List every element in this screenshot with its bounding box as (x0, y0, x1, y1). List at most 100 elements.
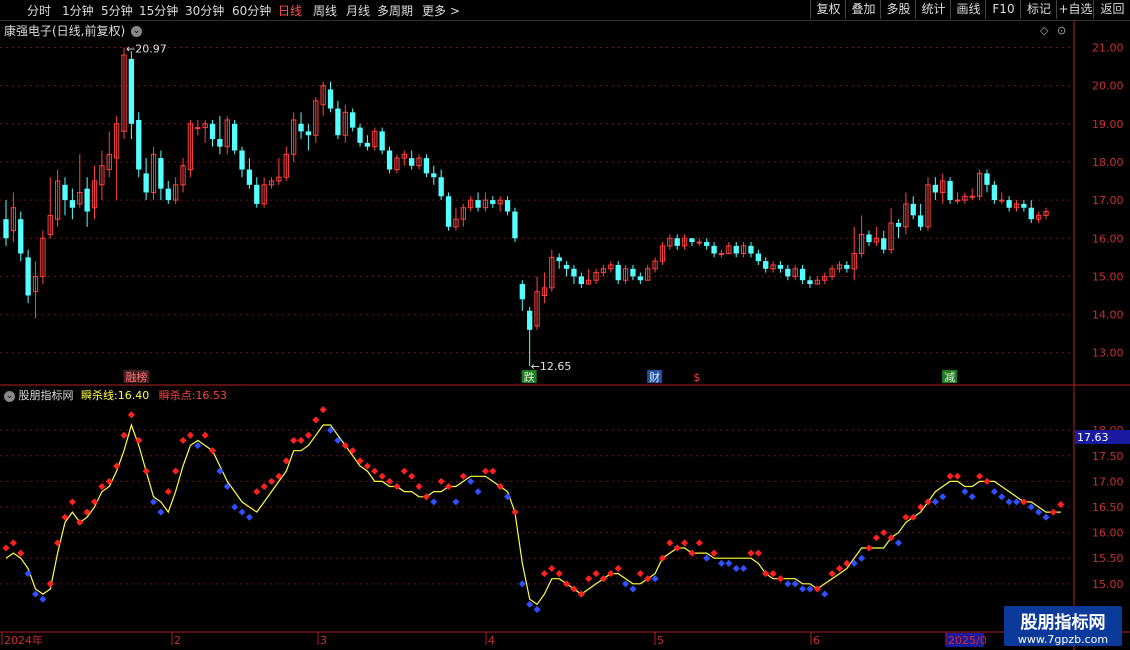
kill-point-dot (976, 472, 984, 480)
candle-body (674, 238, 680, 246)
candle-body (969, 195, 975, 198)
toolbar-button-6[interactable]: 标记 (1020, 0, 1057, 19)
toolbar-button-4[interactable]: 画线 (950, 0, 986, 19)
indicator-tick-label: 18.00 (1092, 424, 1124, 437)
chevron-down-icon[interactable]: ⌄ (131, 26, 143, 37)
candle-body (460, 207, 466, 220)
candle-body (172, 184, 179, 201)
period-tab-4[interactable]: 30分钟 (185, 2, 224, 19)
kill-point-dot (828, 570, 836, 578)
kill-point-dot (31, 590, 40, 598)
kill-point-dot (467, 477, 475, 485)
kill-point-dot (275, 472, 283, 480)
kill-point-dot (622, 580, 630, 588)
kill-point-dot (939, 493, 947, 501)
kill-point-dot (858, 554, 866, 562)
candle-body (755, 253, 761, 262)
toolbar-button-5[interactable]: F10 (985, 0, 1021, 19)
kill-point-dot (452, 498, 460, 506)
kill-point-dot (636, 570, 644, 578)
candle-body (416, 157, 422, 167)
kill-point-dot (784, 580, 792, 588)
kill-point-dot (415, 482, 423, 491)
kill-point-dot (592, 570, 600, 578)
chevron-down-icon[interactable]: ⌄ (4, 390, 15, 402)
kill-point-dot (334, 436, 342, 444)
kill-point-dot (703, 554, 711, 562)
watermark-url: www.7gpzb.com (1017, 633, 1109, 646)
kill-point-dot (961, 488, 969, 496)
stock-title: 康强电子(日线,前复权) (4, 24, 126, 38)
kill-point-dot (105, 477, 113, 485)
kill-point-dot (216, 467, 224, 475)
period-tab-2[interactable]: 5分钟 (101, 2, 133, 19)
candle-body (239, 150, 245, 170)
candle-body (40, 237, 46, 277)
kill-point-dot (872, 534, 880, 542)
period-tab-3[interactable]: 15分钟 (139, 2, 178, 19)
event-tag-bg (647, 370, 663, 383)
toolbar-button-8[interactable]: 返回 (1093, 0, 1130, 19)
kill-point-dot (172, 467, 180, 475)
candle-body (925, 184, 931, 228)
x-axis-label-bg (946, 633, 984, 647)
period-tab-6[interactable]: 日线 (278, 2, 302, 19)
kill-point-dot (990, 488, 998, 496)
kill-point-dot (968, 493, 976, 501)
candle-body (652, 260, 658, 270)
candle-body (881, 238, 887, 250)
kill-point-dot (732, 564, 740, 572)
kill-point-dot (349, 447, 357, 455)
kill-point-dot (142, 467, 150, 475)
candle-body (763, 261, 769, 269)
candle-body (991, 184, 998, 201)
x-axis-label: 2 (174, 634, 181, 647)
candle-body (3, 219, 9, 239)
candle-body (342, 111, 348, 136)
candle-body (327, 89, 334, 109)
toolbar-button-3[interactable]: 统计 (915, 0, 951, 19)
period-tab-0[interactable]: 分时 (27, 2, 51, 19)
kill-point-dot (695, 539, 703, 547)
period-tab-1[interactable]: 1分钟 (62, 2, 94, 19)
candle-body (534, 291, 540, 327)
toolbar-button-7[interactable]: +自选 (1056, 0, 1094, 19)
event-tag: 跌 (524, 370, 535, 384)
kill-point-dot (76, 518, 84, 526)
period-tab-10[interactable]: 更多 > (422, 2, 460, 19)
price-tick-label: 17.00 (1092, 194, 1124, 207)
period-tab-9[interactable]: 多周期 (377, 2, 413, 19)
kill-point-dot (208, 447, 217, 455)
candle-body (261, 184, 267, 205)
candle-body (10, 207, 17, 232)
kill-point-dot (806, 585, 814, 593)
kill-point-dot (46, 580, 54, 588)
candle-body (276, 176, 282, 182)
kill-point-dot (1049, 508, 1057, 516)
candle-body (99, 165, 105, 186)
candle-body (836, 264, 843, 270)
period-tab-8[interactable]: 月线 (346, 2, 370, 19)
indicator-title: ⌄ 股朋指标网 瞬杀线:16.40 瞬杀点:16.53 (4, 387, 227, 403)
kill-point-dot (983, 477, 991, 485)
kill-point-dot (563, 580, 571, 588)
candle-body (187, 123, 194, 171)
period-tab-7[interactable]: 周线 (313, 2, 337, 19)
kill-point-dot (1005, 498, 1013, 506)
candle-body (231, 123, 238, 151)
diamond-icon: ◇ (1040, 24, 1049, 37)
kill-point-dot (393, 482, 401, 491)
event-tag-bg (942, 370, 958, 383)
kill-point-dot (666, 539, 674, 547)
toolbar-button-0[interactable]: 复权 (810, 0, 846, 19)
candle-body (689, 238, 695, 243)
kill-point-dot (909, 513, 917, 521)
period-tab-5[interactable]: 60分钟 (232, 2, 271, 19)
kill-point-dot (113, 462, 121, 470)
toolbar-button-1[interactable]: 叠加 (845, 0, 881, 19)
candle-body (630, 268, 636, 277)
kill-point-dot (518, 580, 526, 588)
toolbar-button-2[interactable]: 多股 (880, 0, 916, 19)
candle-body (1021, 203, 1027, 208)
candle-body (940, 180, 946, 193)
